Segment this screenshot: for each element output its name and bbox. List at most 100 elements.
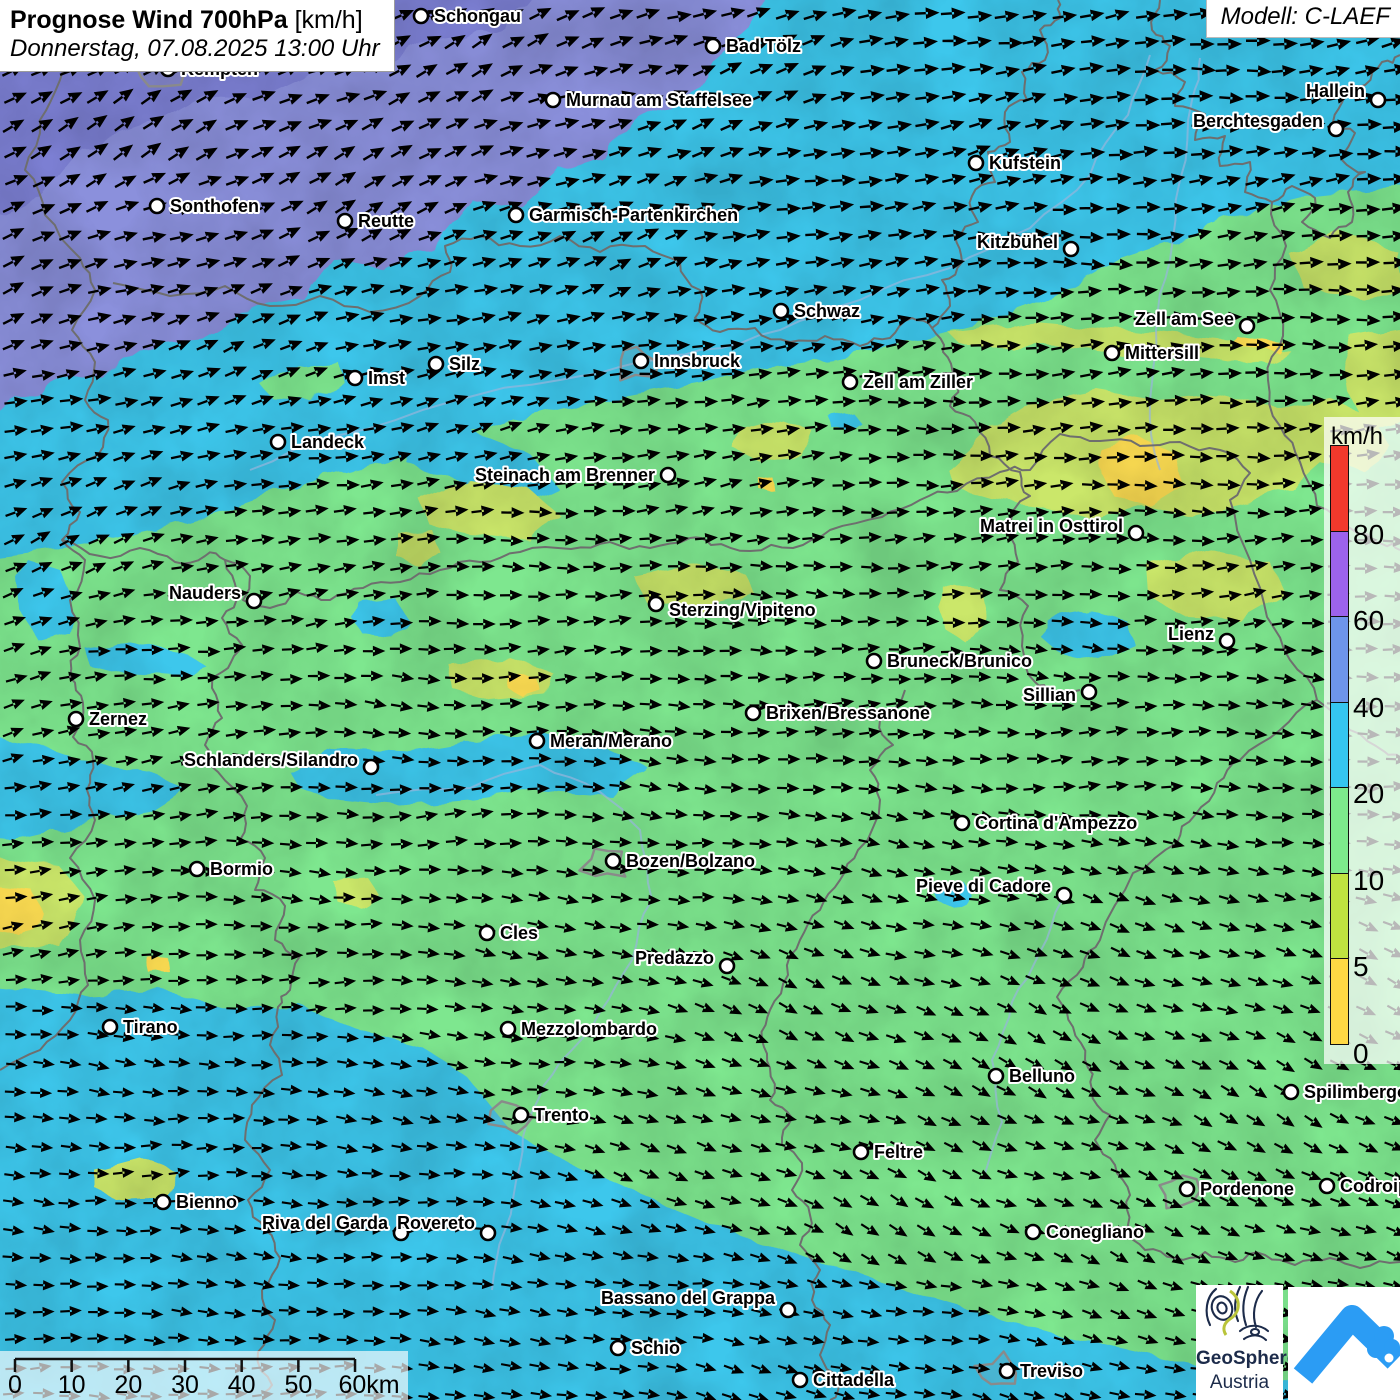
legend-segment [1330,873,1349,960]
city-dot [1180,1182,1194,1196]
city-dot [1320,1179,1334,1193]
scale-bar-ruler: 0102030405060km [0,1351,408,1400]
wind-forecast-map: SchongauBad TölzKemptenMurnau am Staffel… [0,0,1400,1400]
city-dot [247,594,261,608]
partner-logo [1288,1287,1400,1400]
legend-segment [1330,702,1349,789]
map-title: Prognose Wind 700hPa [10,6,288,34]
city-marker: Brixen/Bressanone [746,703,930,723]
city-marker: Garmisch-Partenkirchen [509,205,738,225]
city-dot [480,926,494,940]
legend-tick-label: 10 [1353,865,1384,897]
city-label: Zernez [89,709,147,729]
legend-tick-label: 20 [1353,778,1384,810]
city-dot [1371,93,1385,107]
city-dot [338,214,352,228]
city-label: Innsbruck [654,351,741,371]
city-label: Pordenone [1200,1179,1294,1199]
map-unit: [km/h] [295,6,363,34]
city-marker: Bozen/Bolzano [606,851,755,871]
city-dot [509,208,523,222]
city-marker: Reutte [338,211,414,231]
city-dot [746,706,760,720]
city-label: Bozen/Bolzano [626,851,755,871]
city-dot [501,1022,515,1036]
city-marker: Trento [514,1105,589,1125]
legend-segment [1330,787,1349,874]
city-dot [706,39,720,53]
city-dot [103,1020,117,1034]
city-label: Sterzing/Vipiteno [669,600,816,620]
city-dot [1284,1085,1298,1099]
city-dot [271,435,285,449]
city-dot [1329,122,1343,136]
city-dot [720,959,734,973]
city-marker: Zell am Ziller [843,372,973,392]
city-label: Bruneck/Brunico [887,651,1032,671]
legend-segment [1330,958,1349,1045]
geosphere-logo: GeoSphere Austria [1196,1285,1283,1400]
city-label: Rovereto [397,1213,475,1233]
city-marker: Murnau am Staffelsee [546,90,752,110]
city-dot [774,304,788,318]
city-marker: Feltre [854,1142,923,1162]
legend-tick-label: 0 [1353,1038,1369,1070]
city-dot [989,1069,1003,1083]
city-label: Meran/Merano [550,731,672,751]
city-dot [1082,685,1096,699]
scale-bar: 0102030405060km [0,1351,408,1400]
city-label: Landeck [291,432,365,452]
legend-segment [1330,531,1349,618]
city-label: Cles [500,923,538,943]
city-dot [414,9,428,23]
city-label: Codroipo [1340,1176,1400,1196]
title-box: Prognose Wind 700hPa [km/h] Donnerstag, … [0,0,395,72]
city-dot [1105,346,1119,360]
city-dot [429,357,443,371]
city-label: Zell am See [1135,309,1234,329]
city-label: Bassano del Grappa [601,1288,776,1308]
city-label: Zell am Ziller [863,372,973,392]
legend-tick-label: 5 [1353,951,1369,983]
city-dot [530,734,544,748]
city-dot [634,354,648,368]
city-dot [1000,1364,1014,1378]
city-dot [69,712,83,726]
city-label: Schongau [434,6,521,26]
geosphere-contour-icon [1196,1285,1283,1347]
city-marker: Schio [611,1338,680,1358]
map-datetime: Donnerstag, 07.08.2025 13:00 Uhr [10,35,380,64]
scale-tick-label: 50 [284,1371,312,1399]
legend-color-bar [1330,446,1349,1045]
city-dot [661,468,675,482]
city-label: Garmisch-Partenkirchen [529,205,738,225]
city-dot [364,760,378,774]
model-box: Modell: C-LAEF [1206,0,1400,38]
legend-segment [1330,616,1349,703]
city-label: Reutte [358,211,414,231]
city-dot [611,1341,625,1355]
city-label: Spilimbergo [1304,1082,1400,1102]
city-dot [955,816,969,830]
city-marker: Cortina d'Ampezzo [955,813,1137,833]
city-label: Sillian [1023,685,1076,705]
city-dot [546,93,560,107]
mountain-cloud-icon [1288,1287,1400,1400]
city-label: Tirano [123,1017,178,1037]
city-label: Bienno [176,1192,237,1212]
city-dot [606,854,620,868]
city-dot [843,375,857,389]
city-label: Treviso [1020,1361,1083,1381]
city-label: Sonthofen [170,196,259,216]
city-dot [969,156,983,170]
city-label: Conegliano [1046,1222,1144,1242]
scale-tick-label: 30 [171,1371,199,1399]
city-dot [781,1303,795,1317]
wind-speed-legend: km/h 806040201050 [1324,417,1400,1064]
city-dot [1240,319,1254,333]
scale-tick-label: 10 [58,1371,86,1399]
city-dot [1064,242,1078,256]
city-dot [1220,634,1234,648]
legend-tick-label: 60 [1353,605,1384,637]
city-marker: Mezzolombardo [501,1019,657,1039]
